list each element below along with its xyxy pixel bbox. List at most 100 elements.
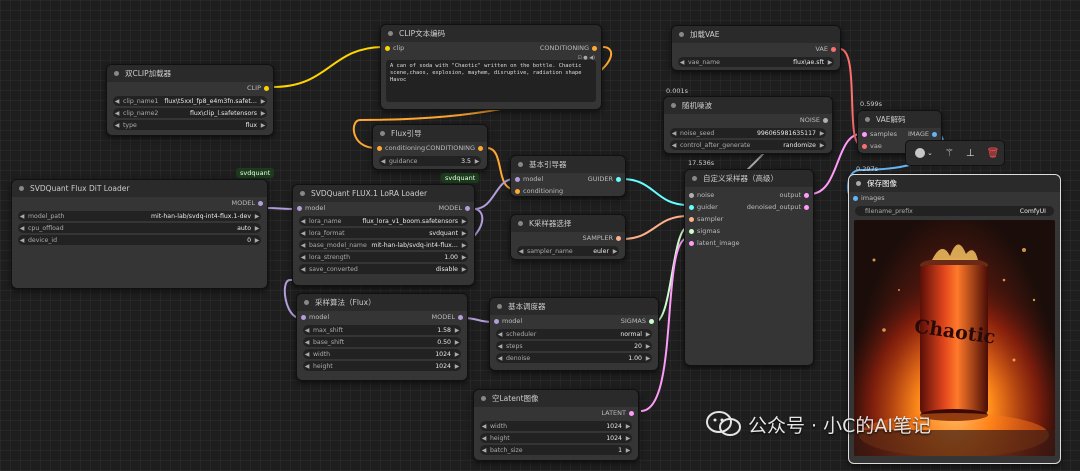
arrow-left-icon[interactable]: ◀ [678, 59, 686, 66]
node-title[interactable]: K采样器选择 [511, 215, 625, 232]
input-pin[interactable] [862, 143, 867, 149]
io-conditioning[interactable]: conditioning CONDITIONING [373, 142, 487, 154]
node-title[interactable]: SVDQuant Flux DiT Loader [12, 180, 267, 197]
output-pin[interactable] [465, 205, 470, 211]
node-basic-scheduler[interactable]: 基本调度器 model SIGMAS ◀ scheduler normal ▶ ◀ ste… [489, 297, 659, 371]
collapse-dot-icon[interactable] [497, 304, 502, 309]
vae-name-widget[interactable]: ◀ vae_name flux\ae.sft ▶ [678, 57, 834, 67]
arrow-right-icon[interactable]: ▶ [460, 242, 468, 249]
collapse-dot-icon[interactable] [679, 32, 684, 37]
arrow-right-icon[interactable]: ▶ [253, 213, 261, 220]
arrow-right-icon[interactable]: ▶ [818, 142, 826, 149]
output-pin[interactable] [932, 131, 937, 137]
prompt-textarea[interactable]: A can of soda with "Chaotic" written on … [386, 60, 596, 102]
arrow-left-icon[interactable]: ◀ [303, 339, 311, 346]
arrow-left-icon[interactable]: ◀ [18, 213, 26, 220]
arrow-left-icon[interactable]: ◀ [379, 158, 387, 165]
arrow-right-icon[interactable]: ▶ [259, 98, 267, 105]
save-converted-widget[interactable]: ◀ save_converted disable ▶ [299, 264, 468, 274]
input-pin[interactable] [515, 176, 520, 182]
input-pin[interactable] [385, 45, 390, 51]
arrow-right-icon[interactable]: ▶ [818, 130, 826, 137]
height-widget[interactable]: ◀ height 1024 ▶ [480, 433, 632, 443]
arrow-left-icon[interactable]: ◀ [303, 327, 311, 334]
input-pin[interactable] [377, 145, 382, 151]
io-model-sigmas[interactable]: model SIGMAS [490, 315, 658, 327]
node-title[interactable]: 采样算法（Flux） [297, 294, 467, 311]
arrow-left-icon[interactable]: ◀ [496, 331, 504, 338]
node-title[interactable]: 随机噪波 [664, 97, 832, 114]
output-pin[interactable] [804, 192, 809, 198]
clip-name2-widget[interactable]: ◀ clip_name2 flux\clip_l.safetensors ▶ [113, 108, 267, 118]
output-model[interactable]: MODEL [12, 197, 267, 209]
node-title[interactable]: 基本引导器 [511, 156, 625, 173]
arrow-left-icon[interactable]: ◀ [303, 363, 311, 370]
node-svdquant-dit-loader[interactable]: SVDQuant Flux DiT Loader MODEL ◀ model_pa… [11, 179, 268, 289]
io-samples-image[interactable]: samples IMAGE [858, 128, 941, 140]
arrow-right-icon[interactable]: ▶ [460, 230, 468, 237]
arrow-right-icon[interactable]: ▶ [624, 435, 632, 442]
batch-size-widget[interactable]: ◀ batch_size 1 ▶ [480, 445, 632, 455]
trash-icon[interactable]: 🗑 [987, 148, 1000, 159]
arrow-left-icon[interactable]: ◀ [517, 248, 525, 255]
io-images[interactable]: images [849, 192, 1060, 204]
cpu-offload-widget[interactable]: ◀ cpu_offload auto ▶ [18, 223, 261, 233]
arrow-right-icon[interactable]: ▶ [453, 327, 461, 334]
collapse-dot-icon[interactable] [300, 191, 305, 196]
output-latent[interactable]: LATENT [474, 407, 638, 419]
io-clip-conditioning[interactable]: clip CONDITIONING [381, 42, 601, 54]
output-pin[interactable] [478, 145, 483, 151]
output-pin[interactable] [264, 85, 269, 91]
io-sigmas[interactable]: sigmas [685, 225, 813, 237]
output-vae[interactable]: VAE [672, 43, 840, 55]
node-clip-text-encode[interactable]: CLIP文本编码 clip CONDITIONING ⊡ ● ◀) A can o… [380, 24, 602, 110]
output-pin[interactable] [629, 410, 634, 416]
node-title[interactable]: 自定义采样器（高级） [685, 170, 813, 187]
arrow-left-icon[interactable]: ◀ [299, 242, 307, 249]
arrow-left-icon[interactable]: ◀ [18, 225, 26, 232]
collapse-dot-icon[interactable] [865, 117, 870, 122]
arrow-left-icon[interactable]: ◀ [113, 98, 121, 105]
filename-prefix-widget[interactable]: filename_prefix ComfyUI [855, 206, 1054, 216]
node-title[interactable]: CLIP文本编码 [381, 25, 601, 42]
noise-seed-widget[interactable]: ◀ noise_seed 996065981635117 ▶ [670, 128, 826, 138]
node-empty-latent-image[interactable]: 空Latent图像 LATENT ◀ width 1024 ▶ ◀ height 1024… [473, 389, 639, 461]
arrow-left-icon[interactable]: ◀ [480, 435, 488, 442]
output-pin[interactable] [831, 46, 836, 52]
lora-name-widget[interactable]: ◀ lora_name flux_lora_v1_boom.safetensors ▶ [299, 216, 468, 226]
steps-widget[interactable]: ◀ steps 20 ▶ [496, 341, 652, 351]
input-pin[interactable] [494, 318, 499, 324]
width-widget[interactable]: ◀ width 1024 ▶ [480, 421, 632, 431]
type-widget[interactable]: ◀ type flux ▶ [113, 120, 267, 130]
collapse-dot-icon[interactable] [856, 181, 861, 186]
lora-format-widget[interactable]: ◀ lora_format svdquant ▶ [299, 228, 468, 238]
input-pin[interactable] [515, 188, 520, 194]
collapse-dot-icon[interactable] [388, 31, 393, 36]
io-guider-denoised[interactable]: guider denoised_output [685, 201, 813, 213]
arrow-right-icon[interactable]: ▶ [644, 355, 652, 362]
base-shift-widget[interactable]: ◀ base_shift 0.50 ▶ [303, 337, 461, 347]
model-path-widget[interactable]: ◀ model_path mit-han-lab/svdq-int4-flux.1-… [18, 211, 261, 221]
node-title[interactable]: 双CLIP加载器 [107, 65, 273, 82]
node-title[interactable]: VAE解码 [858, 111, 941, 128]
input-pin[interactable] [689, 216, 694, 222]
arrow-right-icon[interactable]: ▶ [253, 225, 261, 232]
height-widget[interactable]: ◀ height 1024 ▶ [303, 361, 461, 371]
arrow-left-icon[interactable]: ◀ [496, 355, 504, 362]
arrow-right-icon[interactable]: ▶ [460, 254, 468, 261]
arrow-left-icon[interactable]: ◀ [480, 447, 488, 454]
output-pin[interactable] [258, 200, 263, 206]
arrow-left-icon[interactable]: ◀ [113, 110, 121, 117]
collapse-dot-icon[interactable] [19, 186, 24, 191]
output-clip[interactable]: CLIP [107, 82, 273, 94]
text-toolbar-icons[interactable]: ⊡ ● ◀) [577, 55, 595, 61]
io-model[interactable]: model MODEL [293, 202, 474, 214]
max-shift-widget[interactable]: ◀ max_shift 1.58 ▶ [303, 325, 461, 335]
collapse-dot-icon[interactable] [114, 71, 119, 76]
arrow-right-icon[interactable]: ▶ [453, 339, 461, 346]
input-pin[interactable] [689, 240, 694, 246]
arrow-left-icon[interactable]: ◀ [480, 423, 488, 430]
arrow-right-icon[interactable]: ▶ [259, 122, 267, 129]
output-sampler[interactable]: SAMPLER [511, 232, 625, 244]
input-pin[interactable] [689, 192, 694, 198]
